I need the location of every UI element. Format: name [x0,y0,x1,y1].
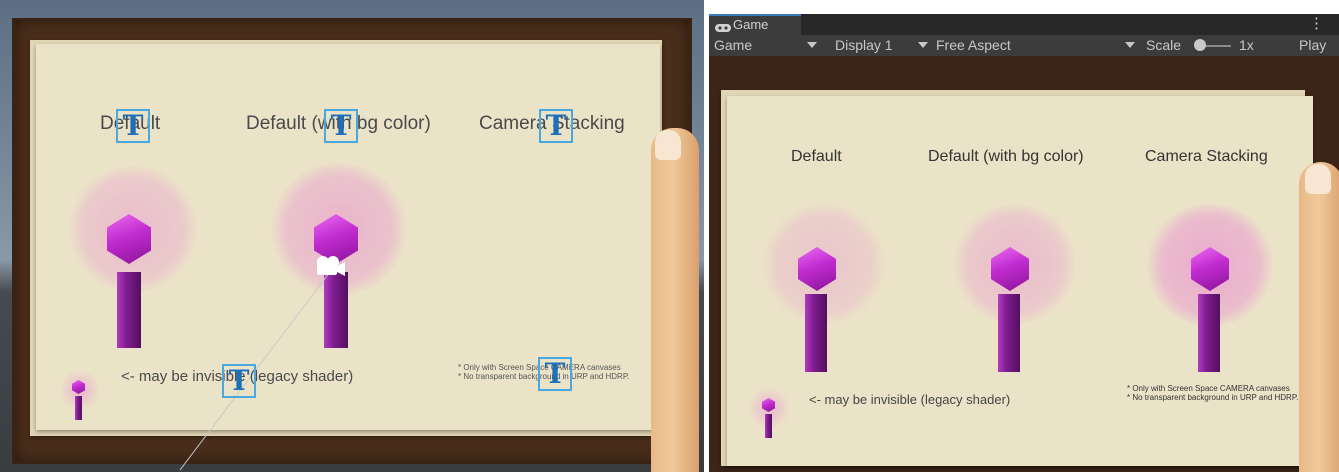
label-default: Default [791,148,842,165]
kebab-menu-icon[interactable]: ⋮ [1309,14,1324,34]
finger-nail [1305,164,1331,194]
aspect-dropdown[interactable]: Free Aspect [936,35,1011,55]
display-dropdown-label: Display 1 [835,37,893,53]
play-mode-label: Play [1299,37,1327,53]
label-default-bg-color: Default (with bg color) [928,148,1084,165]
game-view-window: Game ⋮ Game Display 1 Free Aspect Scale … [709,14,1339,472]
mode-dropdown-label: Game [714,37,753,53]
hand-finger [651,128,699,472]
text-gizmo-icon[interactable]: T [222,364,256,398]
staff-rod [998,294,1020,372]
scale-label: Scale [1146,37,1182,53]
stacking-note-1: * Only with Screen Space CAMERA canvases [1127,384,1290,393]
mode-dropdown-chevron-icon [807,42,817,48]
camera-frustum-line [179,271,331,471]
game-toolbar: Game Display 1 Free Aspect Scale 1x Play [709,35,1339,57]
tab-game[interactable]: Game [709,14,801,35]
camera-gizmo-icon[interactable] [314,255,346,277]
staff-rod [765,414,772,438]
aspect-dropdown-chevron-icon [1125,42,1135,48]
game-render-area[interactable]: Default Default (with bg color) Camera S… [709,56,1339,472]
staff-rod [805,294,827,372]
display-dropdown-chevron-icon [918,42,928,48]
stacking-notes: * Only with Screen Space CAMERA canvases… [1127,384,1299,402]
text-gizmo-icon[interactable]: T [324,109,358,143]
text-gizmo-icon[interactable]: T [538,357,572,391]
finger-nail [655,130,681,160]
text-gizmo-icon[interactable]: T [539,109,573,143]
display-dropdown[interactable]: Display 1 [835,35,893,55]
tab-game-label: Game [733,17,769,32]
legacy-shader-note: <- may be invisible (legacy shader) [809,392,1011,407]
label-camera-stacking: Camera Stacking [1145,148,1268,165]
tab-bar: Game ⋮ [709,14,1339,35]
scale-value: 1x [1239,37,1254,53]
scale-slider-handle[interactable] [1194,39,1206,51]
aspect-dropdown-label: Free Aspect [936,37,1011,53]
stacking-note-2: * No transparent background in URP and H… [1127,393,1299,402]
staff-rod [1198,294,1220,372]
hand-finger [1299,162,1339,472]
play-mode-dropdown[interactable]: Play [1299,35,1326,55]
mode-dropdown[interactable]: Game [714,35,752,55]
text-gizmo-icon[interactable]: T [116,109,150,143]
scene-view[interactable]: Default Default (with bg color) Camera S… [0,0,704,472]
